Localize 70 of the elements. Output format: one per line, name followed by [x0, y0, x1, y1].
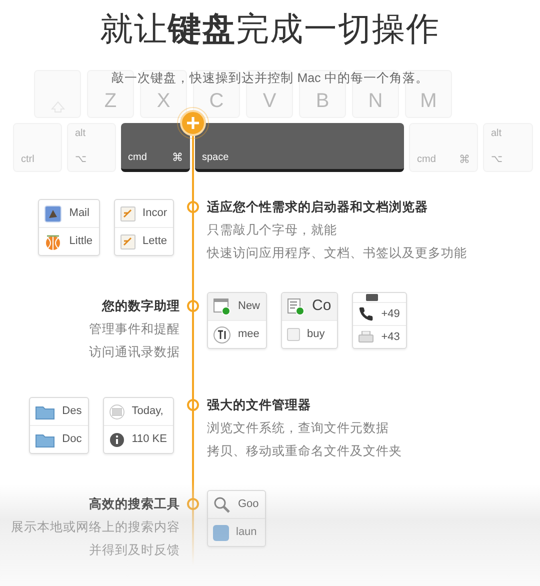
key-label: ⌥	[491, 154, 503, 166]
dotted-circle-icon	[108, 404, 125, 420]
checklist-icon	[287, 298, 306, 316]
search-icon	[213, 496, 231, 514]
card-text: Today,	[132, 404, 164, 420]
card-text: Mail	[69, 206, 90, 222]
info-icon	[108, 432, 125, 448]
section-description: 展示本地或网络上的搜索内容	[11, 519, 180, 536]
card-text: Co	[312, 296, 332, 316]
calendar-icon	[213, 298, 231, 316]
plus-icon	[187, 117, 199, 129]
card-text: buy	[307, 327, 326, 342]
note-icon	[120, 206, 136, 222]
note-icon	[120, 234, 136, 250]
key-label: space	[202, 152, 229, 164]
section-description: 只需敲几个字母，就能	[207, 222, 338, 239]
card-text: New	[238, 299, 262, 314]
timeline-marker	[187, 498, 199, 510]
card-text: Lette	[142, 234, 168, 250]
card-text: +49	[381, 306, 401, 322]
key-label: cmd	[417, 154, 436, 166]
card-text: Goo	[238, 497, 260, 512]
app-icon	[213, 524, 229, 541]
section-description: 管理事件和提醒	[89, 321, 180, 338]
timeline-marker	[187, 300, 199, 312]
key-label: alt	[75, 128, 87, 140]
key-label: M	[420, 89, 437, 113]
timeline-marker	[187, 201, 199, 213]
page-title: 就让键盘完成一切操作	[100, 8, 440, 49]
card-text: Doc	[62, 432, 83, 448]
folder-icon	[35, 404, 56, 420]
key-symbol: ⌘	[459, 154, 470, 166]
section-title: 适应您个性需求的启动器和文档浏览器	[207, 199, 428, 216]
card-text: +43	[381, 330, 401, 345]
card-text: Little	[69, 234, 94, 250]
key-symbol: ⌘	[172, 152, 183, 164]
card-text: Des	[62, 404, 83, 420]
stamp-icon	[44, 204, 62, 223]
text-cursor-icon	[213, 326, 231, 344]
card-text: laun	[236, 525, 258, 540]
section-title: 强大的文件管理器	[207, 397, 311, 414]
key-label: ctrl	[21, 154, 34, 166]
ball-icon	[44, 232, 62, 251]
device-icon	[365, 294, 380, 302]
printer-icon	[358, 331, 374, 343]
section-description: 浏览文件系统，查询文件元数据	[207, 420, 390, 437]
subtitle: 敲一次键盘，快速操到达并控制 Mac 中的每一个角落。	[110, 70, 430, 87]
key-label: N	[368, 89, 383, 113]
key-label: X	[156, 89, 170, 113]
section-description: 访问通讯录数据	[89, 344, 180, 361]
plus-button[interactable]	[177, 107, 209, 139]
section-title: 高效的搜索工具	[89, 496, 180, 513]
key-label: Z	[104, 89, 117, 113]
key-label: cmd	[128, 152, 147, 164]
folder-icon	[35, 432, 56, 448]
key-label: alt	[491, 128, 503, 140]
section-title: 您的数字助理	[102, 298, 180, 315]
key-label: C	[209, 89, 224, 113]
section-description: 拷贝、移动或重命名文件及文件夹	[207, 443, 402, 460]
card-text: mee	[238, 327, 260, 342]
key-label: ⌥	[75, 154, 87, 166]
key-label: B	[316, 89, 330, 113]
key-label: V	[262, 89, 276, 113]
phone-icon	[358, 306, 374, 322]
timeline-marker	[187, 399, 199, 411]
section-description: 并得到及时反馈	[88, 542, 180, 559]
section-description: 快速访问应用程序、文档、书签以及更多功能	[207, 245, 467, 262]
card-text: Incor	[142, 206, 168, 222]
checkbox-icon	[287, 328, 300, 342]
card-text: 110 KE	[132, 432, 168, 448]
